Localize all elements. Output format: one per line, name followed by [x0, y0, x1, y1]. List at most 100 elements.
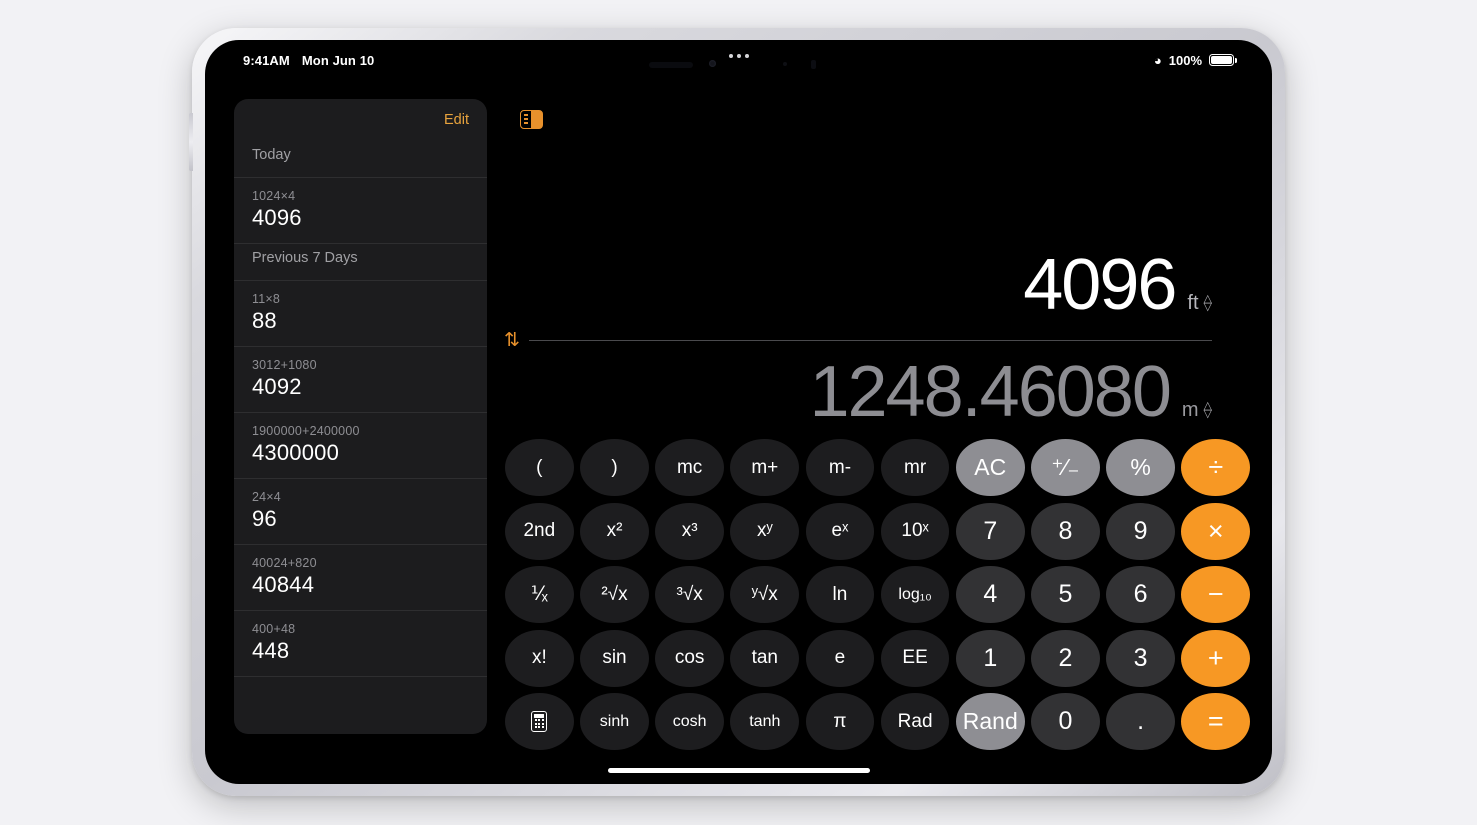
key-memory-add[interactable]: m+ — [730, 439, 800, 496]
key-0[interactable]: 0 — [1031, 693, 1100, 750]
key-subtract[interactable]: − — [1181, 566, 1251, 623]
key-multiply[interactable]: × — [1181, 502, 1251, 560]
key-x-cubed-label: x³ — [681, 520, 698, 541]
key-5[interactable]: 5 — [1031, 566, 1100, 623]
secondary-unit-label: m — [1181, 399, 1199, 421]
key-percent[interactable]: % — [1106, 439, 1175, 496]
key-log-base-10[interactable]: log₁₀ — [880, 566, 950, 623]
key-natural-log[interactable]: ln — [805, 566, 875, 623]
key-7[interactable]: 7 — [955, 502, 1025, 560]
history-item[interactable]: 11×8 88 — [234, 281, 487, 346]
key-close-paren[interactable]: ) — [580, 439, 649, 496]
key-sin[interactable]: sin — [580, 629, 649, 687]
primary-unit-selector[interactable]: ft △ ▽ — [1187, 292, 1212, 321]
history-item[interactable]: 400+48 448 — [234, 611, 487, 676]
key-8[interactable]: 8 — [1031, 502, 1100, 560]
key-sign-toggle-label: ⁺⁄₋ — [1051, 454, 1080, 480]
history-section-header: Previous 7 Days — [252, 250, 358, 266]
key-memory-clear[interactable]: mc — [655, 439, 724, 496]
key-euler[interactable]: e — [805, 629, 875, 687]
key-1[interactable]: 1 — [955, 629, 1025, 687]
history-item-expression: 11×8 — [252, 292, 281, 306]
key-sin-label: sin — [602, 647, 627, 668]
key-3-label: 3 — [1133, 643, 1148, 672]
key-all-clear[interactable]: AC — [955, 439, 1025, 496]
key-radian-mode-label: Rad — [897, 710, 933, 732]
history-item[interactable]: 1900000+2400000 4300000 — [234, 413, 487, 478]
home-indicator[interactable] — [607, 768, 870, 773]
key-8-label: 8 — [1058, 516, 1073, 545]
key-second-function[interactable]: 2nd — [505, 502, 574, 560]
key-y-root[interactable]: ʸ√x — [730, 566, 800, 623]
history-item[interactable]: 3012+1080 4092 — [234, 347, 487, 412]
key-cos-label: cos — [674, 647, 705, 668]
key-sign-toggle[interactable]: ⁺⁄₋ — [1031, 439, 1100, 496]
key-ten-power-x[interactable]: 10ˣ — [880, 502, 950, 560]
key-cos[interactable]: cos — [655, 629, 724, 687]
side-button[interactable] — [189, 113, 193, 171]
key-x-power-y[interactable]: xʸ — [730, 502, 800, 560]
key-divide[interactable]: ÷ — [1181, 439, 1251, 496]
history-item-result: 4300000 — [252, 440, 340, 465]
key-tan-label: tan — [751, 647, 778, 668]
key-exponent[interactable]: EE — [880, 629, 950, 687]
key-sinh[interactable]: sinh — [580, 693, 649, 750]
key-factorial[interactable]: x! — [505, 629, 574, 687]
key-square-root-label: ²√x — [601, 583, 628, 605]
calculator-keypad[interactable]: () mc m+ m-mr AC ⁺⁄₋% ÷ 2nd x² x³ xʸ eˣ 10ˣ 7 8 9 × ⅟ₓ ²√x… — [505, 439, 1251, 757]
key-3[interactable]: 3 — [1106, 629, 1175, 687]
key-pi[interactable]: π — [805, 693, 875, 750]
key-random[interactable]: Rand — [955, 693, 1025, 750]
history-item[interactable]: 24×4 96 — [234, 479, 487, 544]
key-pi-label: π — [833, 710, 847, 732]
key-equals-label: = — [1207, 706, 1224, 736]
key-square-root[interactable]: ²√x — [580, 566, 649, 623]
key-calculator-mode[interactable] — [505, 693, 574, 750]
key-x-cubed[interactable]: x³ — [655, 502, 724, 560]
history-item[interactable]: 40024+820 40844 — [234, 545, 487, 610]
sidebar-toggle-panel — [531, 111, 542, 128]
key-decimal[interactable]: . — [1106, 693, 1175, 750]
key-cosh[interactable]: cosh — [655, 693, 724, 750]
key-0-label: 0 — [1058, 707, 1073, 735]
key-4[interactable]: 4 — [955, 566, 1025, 623]
history-item-expression: 24×4 — [252, 490, 281, 504]
conversion-display: 4096 ft △ ▽ ⇅ 1248.46080 m △ ▽ — [487, 249, 1212, 428]
key-memory-subtract[interactable]: m- — [805, 439, 875, 496]
key-cube-root[interactable]: ³√x — [655, 566, 724, 623]
key-tan[interactable]: tan — [730, 629, 800, 687]
key-e-power-x[interactable]: eˣ — [805, 502, 875, 560]
sidebar-toggle-icon[interactable] — [520, 110, 543, 129]
status-bar-right: ◕ 100% — [1154, 53, 1237, 68]
key-cube-root-label: ³√x — [676, 583, 703, 605]
multitasking-controls-button[interactable] — [728, 54, 749, 58]
key-memory-recall[interactable]: mr — [880, 439, 950, 496]
key-open-paren-label: ( — [536, 456, 543, 478]
history-list[interactable]: Today 1024×4 4096 Previous 7 Days 11×8 88 3012… — [234, 141, 487, 677]
key-6[interactable]: 6 — [1106, 566, 1175, 623]
key-9[interactable]: 9 — [1106, 502, 1175, 560]
key-natural-log-label: ln — [832, 583, 848, 605]
key-equals[interactable]: = — [1181, 693, 1251, 750]
history-item-expression: 1024×4 — [252, 189, 296, 203]
key-reciprocal[interactable]: ⅟ₓ — [505, 566, 574, 623]
swap-units-icon[interactable]: ⇅ — [495, 331, 529, 350]
status-bar: 9:41AM Mon Jun 10 ◕ 100% — [205, 40, 1272, 80]
key-open-paren[interactable]: ( — [505, 439, 574, 496]
history-item-result: 96 — [252, 506, 277, 531]
edit-button[interactable]: Edit — [444, 112, 469, 128]
keypad-row: sinh cosh tanh π Rad Rand 0. = — [505, 693, 1251, 750]
device-screen: 9:41AM Mon Jun 10 ◕ 100% Edit Today 1024×… — [205, 40, 1272, 784]
key-subtract-label: − — [1207, 579, 1224, 609]
key-radian-mode[interactable]: Rad — [880, 693, 950, 750]
key-x-squared[interactable]: x² — [580, 502, 649, 560]
history-item[interactable]: 1024×4 4096 — [234, 178, 487, 243]
secondary-unit-selector[interactable]: m △ ▽ — [1182, 399, 1212, 428]
calculator-icon-screen — [534, 714, 545, 718]
history-section-header: Today — [252, 147, 291, 163]
key-tanh[interactable]: tanh — [730, 693, 800, 750]
key-2[interactable]: 2 — [1031, 629, 1100, 687]
key-add[interactable]: + — [1181, 629, 1251, 687]
battery-icon — [1209, 54, 1237, 66]
history-item-expression: 1900000+2400000 — [252, 424, 360, 438]
